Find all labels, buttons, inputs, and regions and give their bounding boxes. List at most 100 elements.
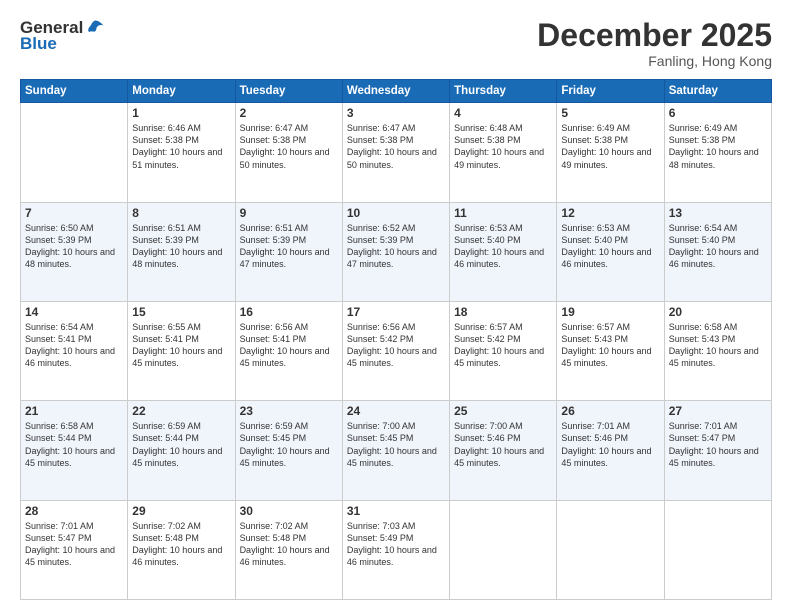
day-info: Sunrise: 6:57 AMSunset: 5:42 PMDaylight:… [454, 321, 552, 370]
day-number: 7 [25, 206, 123, 220]
header-monday: Monday [128, 80, 235, 103]
day-number: 2 [240, 106, 338, 120]
calendar-cell [21, 103, 128, 202]
calendar-cell: 31 Sunrise: 7:03 AMSunset: 5:49 PMDayligh… [342, 500, 449, 599]
calendar-cell: 30 Sunrise: 7:02 AMSunset: 5:48 PMDayligh… [235, 500, 342, 599]
day-info: Sunrise: 7:03 AMSunset: 5:49 PMDaylight:… [347, 520, 445, 569]
header-wednesday: Wednesday [342, 80, 449, 103]
day-info: Sunrise: 6:59 AMSunset: 5:45 PMDaylight:… [240, 420, 338, 469]
calendar-cell: 5 Sunrise: 6:49 AMSunset: 5:38 PMDaylight… [557, 103, 664, 202]
page: General Blue December 2025 Fanling, Hong… [0, 0, 792, 612]
calendar-week-row: 14 Sunrise: 6:54 AMSunset: 5:41 PMDayligh… [21, 301, 772, 400]
calendar-week-row: 7 Sunrise: 6:50 AMSunset: 5:39 PMDaylight… [21, 202, 772, 301]
main-title: December 2025 [537, 18, 772, 53]
day-number: 27 [669, 404, 767, 418]
day-number: 1 [132, 106, 230, 120]
day-info: Sunrise: 6:51 AMSunset: 5:39 PMDaylight:… [240, 222, 338, 271]
day-info: Sunrise: 6:52 AMSunset: 5:39 PMDaylight:… [347, 222, 445, 271]
day-info: Sunrise: 7:02 AMSunset: 5:48 PMDaylight:… [240, 520, 338, 569]
day-number: 4 [454, 106, 552, 120]
header: General Blue December 2025 Fanling, Hong… [20, 18, 772, 69]
calendar-cell: 4 Sunrise: 6:48 AMSunset: 5:38 PMDaylight… [450, 103, 557, 202]
header-friday: Friday [557, 80, 664, 103]
calendar-cell: 15Sunrise: 6:55 AMSunset: 5:41 PMDayligh… [128, 301, 235, 400]
calendar-cell: 13Sunrise: 6:54 AMSunset: 5:40 PMDayligh… [664, 202, 771, 301]
logo: General Blue [20, 18, 105, 54]
calendar-cell: 9Sunrise: 6:51 AMSunset: 5:39 PMDaylight… [235, 202, 342, 301]
calendar-cell: 14 Sunrise: 6:54 AMSunset: 5:41 PMDayligh… [21, 301, 128, 400]
day-info: Sunrise: 6:54 AMSunset: 5:40 PMDaylight:… [669, 222, 767, 271]
day-number: 16 [240, 305, 338, 319]
subtitle: Fanling, Hong Kong [537, 53, 772, 69]
day-info: Sunrise: 6:56 AMSunset: 5:41 PMDaylight:… [240, 321, 338, 370]
day-info: Sunrise: 6:57 AMSunset: 5:43 PMDaylight:… [561, 321, 659, 370]
day-number: 28 [25, 504, 123, 518]
calendar-cell: 17Sunrise: 6:56 AMSunset: 5:42 PMDayligh… [342, 301, 449, 400]
day-number: 8 [132, 206, 230, 220]
day-number: 11 [454, 206, 552, 220]
day-number: 31 [347, 504, 445, 518]
calendar-cell: 22 Sunrise: 6:59 AMSunset: 5:44 PMDayligh… [128, 401, 235, 500]
day-number: 6 [669, 106, 767, 120]
day-number: 24 [347, 404, 445, 418]
calendar-cell: 8 Sunrise: 6:51 AMSunset: 5:39 PMDaylight… [128, 202, 235, 301]
calendar-cell: 6 Sunrise: 6:49 AMSunset: 5:38 PMDaylight… [664, 103, 771, 202]
day-info: Sunrise: 6:47 AMSunset: 5:38 PMDaylight:… [347, 122, 445, 171]
day-info: Sunrise: 6:53 AMSunset: 5:40 PMDaylight:… [561, 222, 659, 271]
day-info: Sunrise: 6:49 AMSunset: 5:38 PMDaylight:… [669, 122, 767, 171]
day-number: 26 [561, 404, 659, 418]
day-number: 30 [240, 504, 338, 518]
calendar-cell: 23 Sunrise: 6:59 AMSunset: 5:45 PMDayligh… [235, 401, 342, 500]
day-info: Sunrise: 6:58 AMSunset: 5:43 PMDaylight:… [669, 321, 767, 370]
day-info: Sunrise: 7:01 AMSunset: 5:47 PMDaylight:… [25, 520, 123, 569]
day-info: Sunrise: 6:48 AMSunset: 5:38 PMDaylight:… [454, 122, 552, 171]
calendar-cell: 16 Sunrise: 6:56 AMSunset: 5:41 PMDayligh… [235, 301, 342, 400]
calendar-cell: 20 Sunrise: 6:58 AMSunset: 5:43 PMDayligh… [664, 301, 771, 400]
calendar-cell: 28 Sunrise: 7:01 AMSunset: 5:47 PMDayligh… [21, 500, 128, 599]
calendar-cell [557, 500, 664, 599]
calendar-cell [664, 500, 771, 599]
day-info: Sunrise: 7:01 AMSunset: 5:47 PMDaylight:… [669, 420, 767, 469]
header-thursday: Thursday [450, 80, 557, 103]
day-number: 22 [132, 404, 230, 418]
day-number: 18 [454, 305, 552, 319]
calendar-cell: 11Sunrise: 6:53 AMSunset: 5:40 PMDayligh… [450, 202, 557, 301]
day-number: 12 [561, 206, 659, 220]
day-info: Sunrise: 6:49 AMSunset: 5:38 PMDaylight:… [561, 122, 659, 171]
calendar-cell: 25 Sunrise: 7:00 AMSunset: 5:46 PMDayligh… [450, 401, 557, 500]
day-info: Sunrise: 6:54 AMSunset: 5:41 PMDaylight:… [25, 321, 123, 370]
calendar-cell: 29Sunrise: 7:02 AMSunset: 5:48 PMDayligh… [128, 500, 235, 599]
day-number: 17 [347, 305, 445, 319]
day-number: 23 [240, 404, 338, 418]
calendar-cell: 21 Sunrise: 6:58 AMSunset: 5:44 PMDayligh… [21, 401, 128, 500]
day-info: Sunrise: 6:51 AMSunset: 5:39 PMDaylight:… [132, 222, 230, 271]
day-number: 14 [25, 305, 123, 319]
calendar-cell: 2Sunrise: 6:47 AMSunset: 5:38 PMDaylight… [235, 103, 342, 202]
calendar-week-row: 28 Sunrise: 7:01 AMSunset: 5:47 PMDayligh… [21, 500, 772, 599]
day-number: 20 [669, 305, 767, 319]
day-number: 15 [132, 305, 230, 319]
day-number: 5 [561, 106, 659, 120]
day-info: Sunrise: 7:00 AMSunset: 5:46 PMDaylight:… [454, 420, 552, 469]
calendar-cell: 12 Sunrise: 6:53 AMSunset: 5:40 PMDayligh… [557, 202, 664, 301]
calendar-cell: 7 Sunrise: 6:50 AMSunset: 5:39 PMDaylight… [21, 202, 128, 301]
day-number: 19 [561, 305, 659, 319]
day-info: Sunrise: 7:00 AMSunset: 5:45 PMDaylight:… [347, 420, 445, 469]
calendar-cell: 1 Sunrise: 6:46 AMSunset: 5:38 PMDaylight… [128, 103, 235, 202]
day-number: 3 [347, 106, 445, 120]
day-number: 10 [347, 206, 445, 220]
title-area: December 2025 Fanling, Hong Kong [537, 18, 772, 69]
calendar-week-row: 1 Sunrise: 6:46 AMSunset: 5:38 PMDaylight… [21, 103, 772, 202]
day-info: Sunrise: 6:59 AMSunset: 5:44 PMDaylight:… [132, 420, 230, 469]
calendar-cell: 19 Sunrise: 6:57 AMSunset: 5:43 PMDayligh… [557, 301, 664, 400]
day-number: 25 [454, 404, 552, 418]
day-info: Sunrise: 7:01 AMSunset: 5:46 PMDaylight:… [561, 420, 659, 469]
calendar-header-row: Sunday Monday Tuesday Wednesday Thursday… [21, 80, 772, 103]
calendar: Sunday Monday Tuesday Wednesday Thursday… [20, 79, 772, 600]
header-saturday: Saturday [664, 80, 771, 103]
day-info: Sunrise: 6:50 AMSunset: 5:39 PMDaylight:… [25, 222, 123, 271]
day-info: Sunrise: 6:58 AMSunset: 5:44 PMDaylight:… [25, 420, 123, 469]
day-info: Sunrise: 6:46 AMSunset: 5:38 PMDaylight:… [132, 122, 230, 171]
day-number: 21 [25, 404, 123, 418]
calendar-cell: 26 Sunrise: 7:01 AMSunset: 5:46 PMDayligh… [557, 401, 664, 500]
